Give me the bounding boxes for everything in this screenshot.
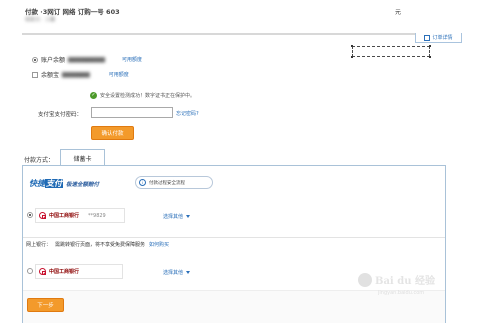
password-label: 支付宝支付密码： [38, 112, 83, 118]
yuebao-checkbox[interactable] [32, 71, 38, 78]
password-input[interactable] [91, 107, 173, 118]
card-2-select-other[interactable]: 选择其他 [163, 269, 191, 276]
security-status: ✓ 安全设置检测成功！数字证书正在保护中。 [90, 92, 195, 99]
card-2[interactable]: 中国工商银行 [35, 264, 123, 279]
security-flow-link[interactable]: i 付款过程安全流程 [135, 176, 213, 189]
online-banking-link[interactable]: 如何购买 [149, 241, 169, 248]
quickpay-logo: 快捷支付 [29, 178, 63, 189]
balance-blurred: ▆▆▆▆▆▆▆▆ [68, 56, 105, 63]
order-detail-label: 订单详情 [432, 35, 453, 41]
shield-check-icon: ✓ [90, 92, 97, 99]
amount-currency: 元 [395, 9, 402, 16]
icbc-logo-icon [39, 268, 46, 275]
watermark-url: jingyan.baidu.com [378, 290, 425, 296]
watermark: Bai du 经验 [358, 272, 435, 287]
forgot-password-link[interactable]: 忘记密码? [176, 110, 199, 117]
quickpay-banner: 快捷支付 极速全额赔付 [29, 176, 128, 191]
card-1[interactable]: 中国工商银行 **9829 [35, 208, 125, 223]
online-banking-label: 网上银行： [26, 242, 52, 248]
confirm-pay-button[interactable]: 确认付款 [91, 126, 134, 140]
card-1-select-other[interactable]: 选择其他 [163, 213, 191, 220]
payment-header: 付款 ·3网订 网络 订购一号 603 收款方：三器 元 [0, 0, 480, 33]
quickpay-logo-main: 快捷 [29, 179, 45, 188]
card-option-1[interactable] [27, 212, 33, 218]
baidu-paw-icon [358, 272, 372, 287]
yuebao-blurred: ▆▆▆▆▆▆ [62, 71, 90, 78]
quickpay-slogan: 极速全额赔付 [66, 181, 100, 188]
selected-amount-box [351, 45, 431, 58]
watermark-text: Bai du 经验 [375, 276, 435, 287]
yuebao-link[interactable]: 可用额度 [109, 71, 129, 78]
list-icon [424, 34, 431, 41]
debit-card-panel: 快捷支付 极速全额赔付 i 付款过程安全流程 中国工商银行 **9829 选择其… [22, 166, 446, 323]
tab-debit-card[interactable]: 储蓄卡 [60, 149, 105, 166]
card-2-radio[interactable] [27, 268, 33, 274]
yuebao-option[interactable]: 余额宝 ▆▆▆▆▆▆ 可用额度 [32, 70, 129, 79]
card-2-bank: 中国工商银行 [49, 269, 80, 275]
payment-method-label: 付款方式： [24, 157, 55, 164]
card-1-select-other-label: 选择其他 [163, 214, 184, 220]
card-1-radio[interactable] [27, 212, 33, 218]
security-message: 安全设置检测成功！数字证书正在保护中。 [100, 93, 196, 99]
info-icon: i [139, 179, 146, 186]
balance-link[interactable]: 可用额度 [122, 56, 142, 63]
page-title: 付款 ·3网订 网络 订购一号 603 [25, 8, 120, 16]
order-amount: 元 [395, 7, 401, 16]
balance-radio[interactable] [32, 56, 38, 63]
next-step-button[interactable]: 下一步 [27, 298, 64, 312]
card-1-bank: 中国工商银行 [49, 213, 80, 219]
yuebao-label: 余额宝 [41, 72, 60, 79]
card-option-2[interactable] [27, 268, 33, 274]
balance-label: 账户余额 [41, 57, 66, 64]
chevron-down-icon [186, 215, 191, 218]
icbc-logo-icon [39, 212, 46, 219]
order-detail-tab[interactable]: 订单详情 [415, 33, 462, 43]
chevron-down-icon [186, 271, 191, 274]
online-banking-text: 需跳转银行页面，将不享受免费保障服务 [55, 242, 146, 248]
payment-options-panel: 订单详情 账户余额 ▆▆▆▆▆▆▆▆ 可用额度 余额宝 ▆▆▆▆▆▆ 可用额度 … [22, 33, 462, 146]
balance-option[interactable]: 账户余额 ▆▆▆▆▆▆▆▆ 可用额度 [32, 55, 142, 64]
card-1-number: **9829 [88, 212, 106, 219]
online-banking-row: 网上银行： 需跳转银行页面，将不享受免费保障服务 如何购买 [23, 237, 445, 251]
quickpay-logo-pay: 支付 [45, 179, 63, 188]
security-flow-label: 付款过程安全流程 [149, 180, 185, 186]
payee-info: 收款方：三器 [25, 17, 56, 23]
card-2-select-other-label: 选择其他 [163, 270, 184, 276]
